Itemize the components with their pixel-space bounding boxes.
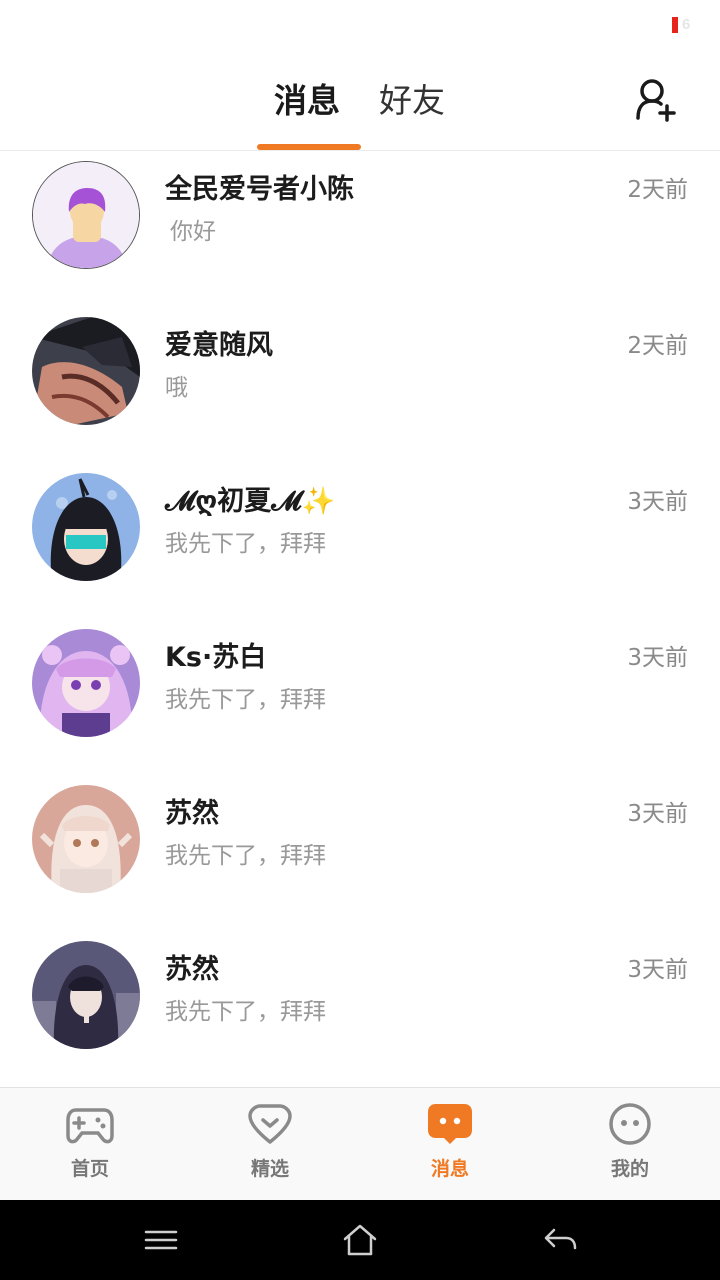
contact-name: 𝓜ღ初夏𝓜✨ [165, 486, 336, 517]
contact-name: 苏然 [165, 954, 219, 985]
anime-girl-avatar[interactable] [32, 785, 140, 893]
status-bar: 6 [0, 0, 720, 52]
message-preview: 你好 [170, 219, 216, 245]
message-preview: 哦 [165, 375, 188, 401]
tab-friends[interactable]: 好友 [379, 78, 445, 124]
message-preview: 我先下了，拜拜 [165, 531, 326, 557]
anime-girl-avatar[interactable] [32, 473, 140, 581]
conversation-row[interactable]: 苏然 我先下了，拜拜 3天前 [0, 776, 720, 932]
message-time: 3天前 [627, 489, 688, 515]
message-time: 2天前 [627, 177, 688, 203]
menu-icon[interactable] [143, 1222, 179, 1258]
nav-label: 我的 [610, 1158, 649, 1180]
anime-girl-avatar[interactable] [32, 629, 140, 737]
anime-boy-avatar[interactable] [32, 941, 140, 1049]
conversation-row[interactable]: 爱意随风 哦 2天前 [0, 308, 720, 464]
nav-label: 首页 [70, 1158, 109, 1180]
home-icon[interactable] [342, 1222, 378, 1258]
conversation-row[interactable]: 全民爱号者小陈 你好 2天前 [0, 152, 720, 308]
nav-label: 消息 [430, 1158, 469, 1180]
message-time: 3天前 [627, 801, 688, 827]
chat-bubble-icon [426, 1102, 474, 1146]
bottom-nav: 首页 精选 消息 我的 [0, 1087, 720, 1200]
message-time: 2天前 [627, 333, 688, 359]
back-icon[interactable] [542, 1222, 578, 1258]
message-preview: 我先下了，拜拜 [165, 687, 326, 713]
message-time: 3天前 [627, 957, 688, 983]
nav-profile[interactable]: 我的 [540, 1088, 720, 1201]
conversation-list: 全民爱号者小陈 你好 2天前 爱意随风 哦 2天前 𝓜ღ初夏𝓜✨ 我先下了，拜拜… [0, 152, 720, 1088]
face-icon [606, 1102, 654, 1146]
contact-name: 爱意随风 [165, 330, 273, 361]
contact-name: Ks·苏白 [165, 642, 267, 673]
battery-text: 6 [682, 16, 691, 33]
conversation-row[interactable]: 𝓜ღ初夏𝓜✨ 我先下了，拜拜 3天前 [0, 464, 720, 620]
nav-home[interactable]: 首页 [0, 1088, 180, 1201]
conversation-row[interactable]: Ks·苏白 我先下了，拜拜 3天前 [0, 620, 720, 776]
message-preview: 我先下了，拜拜 [165, 843, 326, 869]
header: 消息 好友 [0, 52, 720, 151]
add-user-icon[interactable] [632, 76, 680, 124]
battery-indicator: 6 [672, 16, 702, 35]
message-preview: 我先下了，拜拜 [165, 999, 326, 1025]
tab-messages[interactable]: 消息 [274, 78, 340, 124]
contact-name: 全民爱号者小陈 [165, 174, 354, 205]
system-nav-bar [0, 1200, 720, 1280]
conversation-row[interactable]: 苏然 我先下了，拜拜 3天前 [0, 932, 720, 1088]
anime-boy-avatar[interactable] [32, 317, 140, 425]
message-time: 3天前 [627, 645, 688, 671]
gamepad-icon [66, 1102, 114, 1146]
nav-label: 精选 [250, 1158, 289, 1180]
battery-level-icon [672, 17, 678, 33]
nav-featured[interactable]: 精选 [180, 1088, 360, 1201]
nav-messages[interactable]: 消息 [360, 1088, 540, 1201]
heart-icon [246, 1102, 294, 1146]
active-tab-indicator [257, 144, 361, 150]
default-avatar[interactable] [32, 161, 140, 269]
contact-name: 苏然 [165, 798, 219, 829]
